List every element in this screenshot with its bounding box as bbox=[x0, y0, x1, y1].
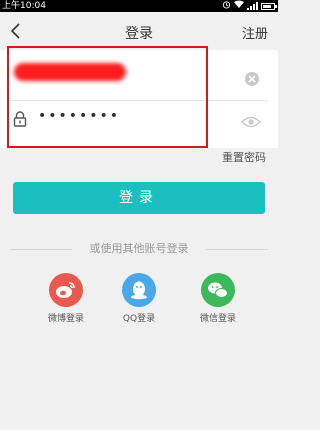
wifi-icon bbox=[234, 0, 244, 12]
battery-icon bbox=[261, 2, 277, 10]
qq-login-label: QQ登录 bbox=[122, 314, 156, 324]
divider-line-right bbox=[206, 249, 268, 250]
status-icons bbox=[222, 0, 277, 13]
status-time: 上午10:04 bbox=[2, 1, 46, 11]
username-redaction bbox=[14, 63, 126, 81]
wechat-login-button[interactable]: 微信登录 bbox=[188, 273, 248, 324]
password-value: •••••••• bbox=[38, 108, 121, 124]
top-bar: 登录 注册 bbox=[0, 12, 278, 50]
wechat-icon bbox=[201, 273, 235, 307]
status-bar: 上午10:04 bbox=[0, 0, 278, 12]
alt-login-divider: 或使用其他账号登录 bbox=[10, 242, 268, 256]
login-button[interactable]: 登录 bbox=[13, 182, 265, 214]
alarm-icon bbox=[222, 0, 231, 13]
weibo-login-button[interactable]: 微博登录 bbox=[36, 273, 96, 324]
username-field[interactable] bbox=[0, 52, 278, 100]
register-link[interactable]: 注册 bbox=[242, 23, 268, 42]
weibo-icon bbox=[49, 273, 83, 307]
weibo-login-label: 微博登录 bbox=[47, 314, 84, 324]
login-form: •••••••• bbox=[0, 50, 278, 148]
clear-icon[interactable] bbox=[244, 71, 260, 87]
qq-icon bbox=[122, 273, 156, 307]
wechat-login-label: 微信登录 bbox=[199, 314, 236, 324]
eye-icon[interactable] bbox=[241, 116, 261, 128]
lock-icon bbox=[13, 111, 27, 127]
qq-login-button[interactable]: QQ登录 bbox=[109, 273, 169, 324]
page-title: 登录 bbox=[125, 26, 153, 42]
signal-icon bbox=[247, 2, 258, 10]
reset-password-link[interactable]: 重置密码 bbox=[222, 149, 266, 165]
